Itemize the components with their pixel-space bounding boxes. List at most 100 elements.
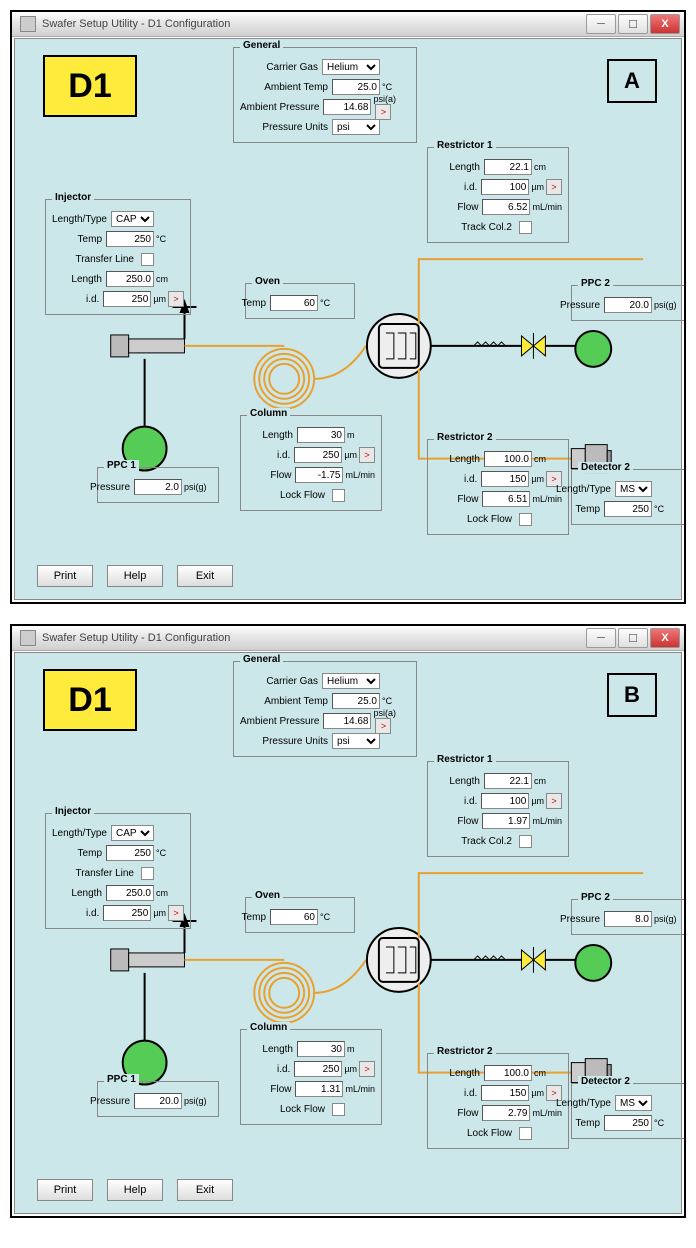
field-label: Length [71, 274, 102, 285]
ppc2-group: PPC 2 Pressure psi(g) [571, 899, 686, 935]
field-select[interactable]: CAP [111, 825, 154, 841]
ppc2-group: PPC 2 Pressure psi(g) [571, 285, 686, 321]
field-select[interactable]: CAP [111, 211, 154, 227]
field-input[interactable] [481, 471, 529, 487]
field-input[interactable] [106, 231, 154, 247]
field-input[interactable] [295, 1081, 343, 1097]
field-input[interactable] [604, 1115, 652, 1131]
arrow-button[interactable]: > [168, 291, 184, 307]
field-input[interactable] [297, 1041, 345, 1057]
field-input[interactable] [482, 813, 530, 829]
field-unit: mL/min [532, 1108, 562, 1118]
field-input[interactable] [323, 713, 371, 729]
field-unit: m [347, 1044, 375, 1054]
field-input[interactable] [323, 99, 371, 115]
field-input[interactable] [103, 905, 151, 921]
field-input[interactable] [103, 291, 151, 307]
group-title: Detector 2 [578, 1076, 633, 1087]
field-select[interactable]: MS [615, 1095, 652, 1111]
field-label: i.d. [277, 1064, 290, 1075]
field-input[interactable] [604, 501, 652, 517]
field-unit: µm> [344, 447, 375, 463]
field-input[interactable] [332, 79, 380, 95]
print-button[interactable]: Print [37, 1179, 93, 1201]
field-input[interactable] [484, 451, 532, 467]
field-select[interactable]: MS [615, 481, 652, 497]
field-input[interactable] [484, 159, 532, 175]
field-input[interactable] [481, 179, 529, 195]
restrictor1-group: Restrictor 1 Length cm i.d. µm> Flow mL/… [427, 761, 569, 857]
field-input[interactable] [604, 297, 652, 313]
group-title: PPC 2 [578, 892, 613, 903]
field-input[interactable] [604, 911, 652, 927]
field-input[interactable] [270, 909, 318, 925]
checkbox[interactable] [519, 1127, 532, 1140]
field-select[interactable]: Helium [322, 673, 380, 689]
field-unit: °C [382, 696, 410, 706]
field-input[interactable] [482, 491, 530, 507]
field-input[interactable] [134, 1093, 182, 1109]
field-unit: cm [534, 1068, 562, 1078]
field-input[interactable] [295, 467, 343, 483]
field-input[interactable] [270, 295, 318, 311]
group-title: Restrictor 2 [434, 1046, 496, 1057]
field-label: Temp [576, 1118, 600, 1129]
arrow-button[interactable]: > [359, 447, 375, 463]
field-input[interactable] [482, 199, 530, 215]
field-label: Flow [457, 494, 478, 505]
close-button[interactable]: X [650, 14, 680, 34]
field-select[interactable]: Helium [322, 59, 380, 75]
field-input[interactable] [297, 427, 345, 443]
field-unit: µm> [153, 905, 184, 921]
field-input[interactable] [332, 693, 380, 709]
field-input[interactable] [106, 845, 154, 861]
checkbox[interactable] [519, 835, 532, 848]
app-window: Swafer Setup Utility - D1 Configuration … [10, 624, 686, 1218]
arrow-button[interactable]: > [375, 718, 391, 734]
field-input[interactable] [106, 885, 154, 901]
arrow-button[interactable]: > [375, 104, 391, 120]
field-unit: µm> [531, 793, 562, 809]
app-window: Swafer Setup Utility - D1 Configuration … [10, 10, 686, 604]
arrow-button[interactable]: > [359, 1061, 375, 1077]
arrow-button[interactable]: > [546, 793, 562, 809]
field-input[interactable] [484, 1065, 532, 1081]
field-input[interactable] [294, 1061, 342, 1077]
close-button[interactable]: X [650, 628, 680, 648]
field-input[interactable] [481, 1085, 529, 1101]
field-unit: psi(g) [184, 1096, 212, 1106]
arrow-button[interactable]: > [168, 905, 184, 921]
field-unit: °C [320, 912, 348, 922]
exit-button[interactable]: Exit [177, 565, 233, 587]
field-input[interactable] [294, 447, 342, 463]
exit-button[interactable]: Exit [177, 1179, 233, 1201]
minimize-button[interactable]: ─ [586, 14, 616, 34]
checkbox[interactable] [141, 253, 154, 266]
field-input[interactable] [481, 793, 529, 809]
field-input[interactable] [106, 271, 154, 287]
app-icon [20, 630, 36, 646]
field-unit: cm [534, 454, 562, 464]
maximize-button[interactable]: ☐ [618, 628, 648, 648]
field-input[interactable] [134, 479, 182, 495]
checkbox[interactable] [519, 513, 532, 526]
restrictor2-group: Restrictor 2 Length cm i.d. µm> Flow mL/… [427, 1053, 569, 1149]
checkbox[interactable] [141, 867, 154, 880]
minimize-button[interactable]: ─ [586, 628, 616, 648]
field-select[interactable]: psi [332, 733, 380, 749]
button-bar: Print Help Exit [37, 1179, 233, 1201]
maximize-button[interactable]: ☐ [618, 14, 648, 34]
print-button[interactable]: Print [37, 565, 93, 587]
checkbox[interactable] [519, 221, 532, 234]
field-input[interactable] [482, 1105, 530, 1121]
field-input[interactable] [484, 773, 532, 789]
arrow-button[interactable]: > [546, 179, 562, 195]
checkbox[interactable] [332, 489, 345, 502]
detector2-group: Detector 2 Length/Type MS Temp °C [571, 1083, 686, 1139]
field-label: Length [449, 162, 480, 173]
titlebar: Swafer Setup Utility - D1 Configuration … [12, 12, 684, 37]
help-button[interactable]: Help [107, 565, 163, 587]
help-button[interactable]: Help [107, 1179, 163, 1201]
checkbox[interactable] [332, 1103, 345, 1116]
field-select[interactable]: psi [332, 119, 380, 135]
